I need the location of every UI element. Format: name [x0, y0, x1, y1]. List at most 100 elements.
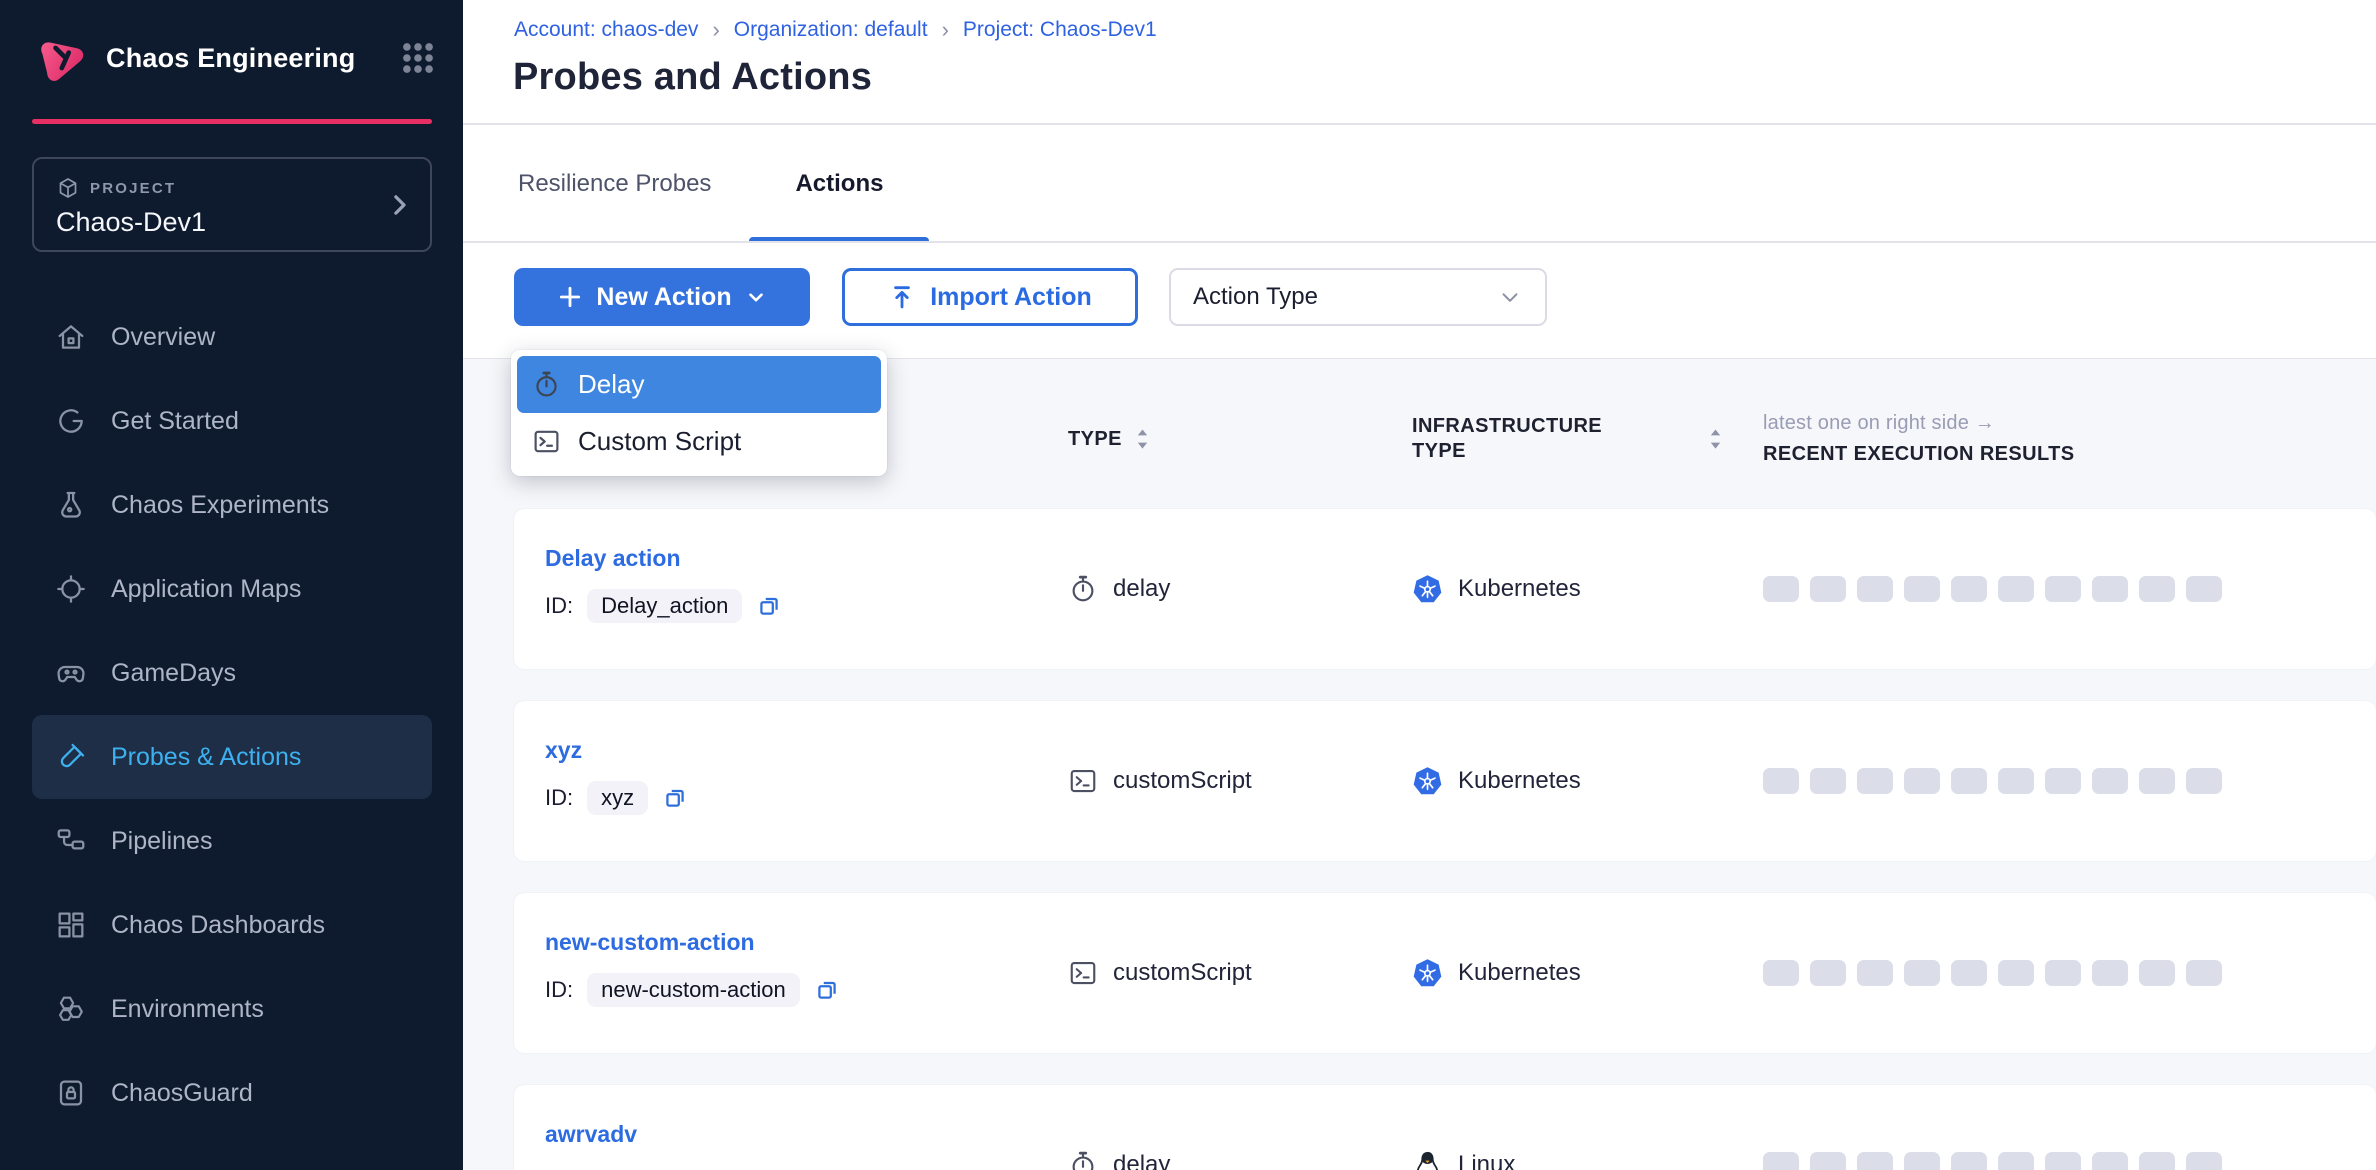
- target-icon: [55, 573, 87, 605]
- project-name: Chaos-Dev1: [56, 207, 430, 238]
- menu-item-delay[interactable]: Delay: [517, 356, 881, 413]
- breadcrumb-separator: ›: [712, 17, 719, 43]
- chaos-engineering-logo-icon: [30, 27, 92, 89]
- menu-item-custom-script[interactable]: Custom Script: [517, 413, 881, 470]
- infrastructure-cell: Linux: [1412, 1150, 1763, 1170]
- kubernetes-icon: [1412, 574, 1443, 605]
- action-name-link[interactable]: Delay action: [545, 545, 681, 572]
- menu-item-label: Custom Script: [578, 426, 741, 457]
- type-cell: customScript: [1068, 766, 1412, 796]
- sidebar-item-application-maps[interactable]: Application Maps: [32, 547, 432, 631]
- copy-icon[interactable]: [756, 593, 782, 619]
- action-id-value: xyz: [587, 781, 648, 815]
- project-cube-icon: [56, 176, 80, 200]
- sidebar-item-probes-actions[interactable]: Probes & Actions: [32, 715, 432, 799]
- tab-bar: Resilience Probes Actions: [480, 125, 929, 243]
- sidebar-item-environments[interactable]: Environments: [32, 967, 432, 1051]
- sidebar-item-pipelines[interactable]: Pipelines: [32, 799, 432, 883]
- sidebar-item-get-started[interactable]: Get Started: [32, 379, 432, 463]
- import-action-label: Import Action: [930, 283, 1092, 312]
- gamepad-icon: [55, 657, 87, 689]
- type-cell: delay: [1068, 574, 1412, 604]
- type-cell: customScript: [1068, 958, 1412, 988]
- sidebar-item-label: Chaos Experiments: [111, 491, 329, 520]
- sidebar-item-overview[interactable]: Overview: [32, 295, 432, 379]
- pipelines-icon: [55, 825, 87, 857]
- table-row: Delay action ID: Delay_action: [514, 509, 2376, 669]
- kubernetes-icon: [1412, 958, 1443, 989]
- chevron-right-icon: [384, 190, 414, 220]
- new-action-dropdown-menu: Delay Custom Script: [511, 350, 887, 476]
- tab-divider: [463, 241, 2376, 243]
- upload-icon: [888, 283, 916, 311]
- sidebar-item-chaos-dashboards[interactable]: Chaos Dashboards: [32, 883, 432, 967]
- action-id-value: new-custom-action: [587, 973, 800, 1007]
- sidebar: Chaos Engineering PROJECT Chaos-Dev1: [0, 0, 463, 1170]
- menu-item-label: Delay: [578, 369, 644, 400]
- sidebar-item-chaos-experiments[interactable]: Chaos Experiments: [32, 463, 432, 547]
- breadcrumb-project-link[interactable]: Project: Chaos-Dev1: [963, 18, 1157, 42]
- app-switcher-grid-icon[interactable]: [399, 39, 437, 77]
- lock-shield-icon: [55, 1077, 87, 1109]
- sidebar-item-label: ChaosGuard: [111, 1079, 253, 1108]
- flask-icon: [55, 489, 87, 521]
- id-label: ID:: [545, 785, 573, 811]
- type-cell: delay: [1068, 1150, 1412, 1170]
- infrastructure-cell: Kubernetes: [1412, 958, 1763, 989]
- recent-execution-results: [1763, 960, 2376, 986]
- new-action-button[interactable]: New Action: [514, 268, 810, 326]
- tab-resilience-probes[interactable]: Resilience Probes: [480, 125, 749, 243]
- sort-icon[interactable]: [1707, 428, 1724, 450]
- action-name-link[interactable]: awrvadv: [545, 1121, 637, 1148]
- chevron-down-icon: [745, 286, 767, 308]
- breadcrumb-account-link[interactable]: Account: chaos-dev: [514, 18, 698, 42]
- column-header-infrastructure-type: INFRASTRUCTURE TYPE: [1412, 414, 1763, 464]
- column-header-type: TYPE: [1068, 428, 1412, 451]
- recent-execution-results: [1763, 1152, 2376, 1170]
- import-action-button[interactable]: Import Action: [842, 268, 1138, 326]
- dashboard-grid-icon: [55, 909, 87, 941]
- stopwatch-icon: [1068, 1150, 1098, 1170]
- recent-execution-results: [1763, 576, 2376, 602]
- plus-icon: [557, 284, 583, 310]
- project-selector[interactable]: PROJECT Chaos-Dev1: [32, 157, 432, 252]
- sidebar-item-label: Get Started: [111, 407, 239, 436]
- sidebar-item-chaosguard[interactable]: ChaosGuard: [32, 1051, 432, 1135]
- column-header-results: latest one on right side → RECENT EXECUT…: [1763, 412, 2376, 466]
- sidebar-item-label: GameDays: [111, 659, 236, 688]
- id-label: ID:: [545, 593, 573, 619]
- table-row: new-custom-action ID: new-custom-action: [514, 893, 2376, 1053]
- id-label: ID:: [545, 977, 573, 1003]
- sidebar-item-label: Application Maps: [111, 575, 301, 604]
- breadcrumb-separator: ›: [942, 17, 949, 43]
- main-area: Account: chaos-dev › Organization: defau…: [463, 0, 2376, 1170]
- project-label: PROJECT: [90, 180, 176, 197]
- home-icon: [55, 321, 87, 353]
- copy-icon[interactable]: [814, 977, 840, 1003]
- infrastructure-cell: Kubernetes: [1412, 766, 1763, 797]
- brand-divider: [32, 119, 432, 124]
- action-name-link[interactable]: new-custom-action: [545, 929, 755, 956]
- stopwatch-icon: [1068, 574, 1098, 604]
- table-rows: Delay action ID: Delay_action: [514, 509, 2376, 1170]
- app-title: Chaos Engineering: [106, 43, 355, 74]
- linux-icon: [1412, 1150, 1443, 1170]
- sort-icon[interactable]: [1134, 428, 1151, 450]
- action-name-link[interactable]: xyz: [545, 737, 582, 764]
- recent-execution-results: [1763, 768, 2376, 794]
- terminal-icon: [532, 427, 561, 456]
- copy-icon[interactable]: [662, 785, 688, 811]
- tab-actions[interactable]: Actions: [749, 125, 929, 243]
- action-type-select[interactable]: Action Type: [1169, 268, 1547, 326]
- test-tube-icon: [55, 741, 87, 773]
- terminal-icon: [1068, 958, 1098, 988]
- breadcrumb-organization-link[interactable]: Organization: default: [734, 18, 928, 42]
- terminal-icon: [1068, 766, 1098, 796]
- table-area: TYPE INFRASTRUCTURE TYPE latest one on r…: [463, 358, 2376, 1170]
- sidebar-item-gamedays[interactable]: GameDays: [32, 631, 432, 715]
- table-row: xyz ID: xyz: [514, 701, 2376, 861]
- breadcrumb: Account: chaos-dev › Organization: defau…: [514, 17, 1157, 43]
- infrastructure-cell: Kubernetes: [1412, 574, 1763, 605]
- progress-circle-icon: [55, 405, 87, 437]
- results-hint: latest one on right side →: [1763, 412, 2376, 435]
